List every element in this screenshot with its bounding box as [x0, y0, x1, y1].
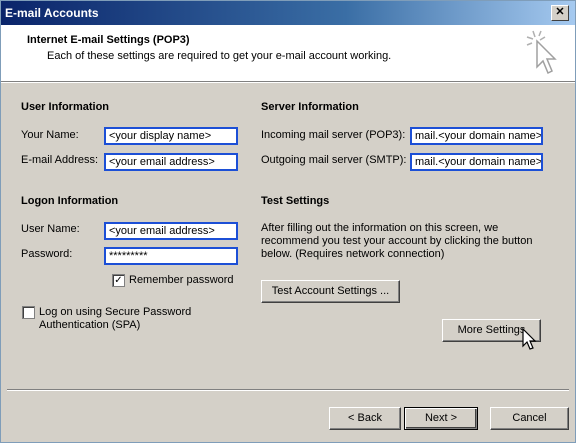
header-separator: [1, 82, 575, 83]
user-name-field[interactable]: <your email address>: [104, 222, 238, 240]
outgoing-server-field[interactable]: mail.<your domain name>: [410, 153, 543, 171]
remember-password-checkbox[interactable]: ✓: [112, 274, 125, 287]
test-settings-heading: Test Settings: [261, 195, 330, 207]
mouse-pointer-icon: [522, 328, 537, 350]
sparkle-cursor-icon: [526, 30, 557, 75]
password-field[interactable]: *********: [104, 247, 238, 265]
next-button[interactable]: Next >: [404, 407, 478, 430]
footer-separator: [7, 389, 569, 391]
spa-label-line1: Log on using Secure Password: [39, 306, 192, 318]
outgoing-server-label: Outgoing mail server (SMTP):: [261, 154, 407, 166]
title-bar: E-mail Accounts ✕: [1, 1, 575, 25]
your-name-label: Your Name:: [21, 129, 79, 141]
email-address-label: E-mail Address:: [21, 154, 99, 166]
back-button[interactable]: < Back: [329, 407, 401, 430]
page-title: Internet E-mail Settings (POP3): [27, 34, 190, 46]
window-title: E-mail Accounts: [5, 6, 99, 20]
logon-info-heading: Logon Information: [21, 195, 119, 207]
user-name-label: User Name:: [21, 223, 80, 235]
user-info-heading: User Information: [21, 101, 110, 113]
server-info-heading: Server Information: [261, 101, 359, 113]
incoming-server-label: Incoming mail server (POP3):: [261, 129, 406, 141]
spa-label-line2: Authentication (SPA): [39, 319, 141, 331]
remember-password-label: Remember password: [129, 274, 234, 286]
spa-checkbox[interactable]: [22, 306, 35, 319]
header-panel: Internet E-mail Settings (POP3) Each of …: [1, 25, 575, 82]
test-settings-description: After filling out the information on thi…: [261, 222, 533, 260]
close-button[interactable]: ✕: [551, 5, 569, 21]
password-label: Password:: [21, 248, 73, 260]
email-address-field[interactable]: <your email address>: [104, 153, 238, 171]
email-accounts-dialog: E-mail Accounts ✕ Internet E-mail Settin…: [0, 0, 576, 443]
cancel-button[interactable]: Cancel: [490, 407, 569, 430]
your-name-field[interactable]: <your display name>: [104, 127, 238, 145]
page-subtitle: Each of these settings are required to g…: [47, 50, 392, 62]
test-account-settings-button[interactable]: Test Account Settings ...: [261, 280, 400, 303]
incoming-server-field[interactable]: mail.<your domain name>: [410, 127, 543, 145]
